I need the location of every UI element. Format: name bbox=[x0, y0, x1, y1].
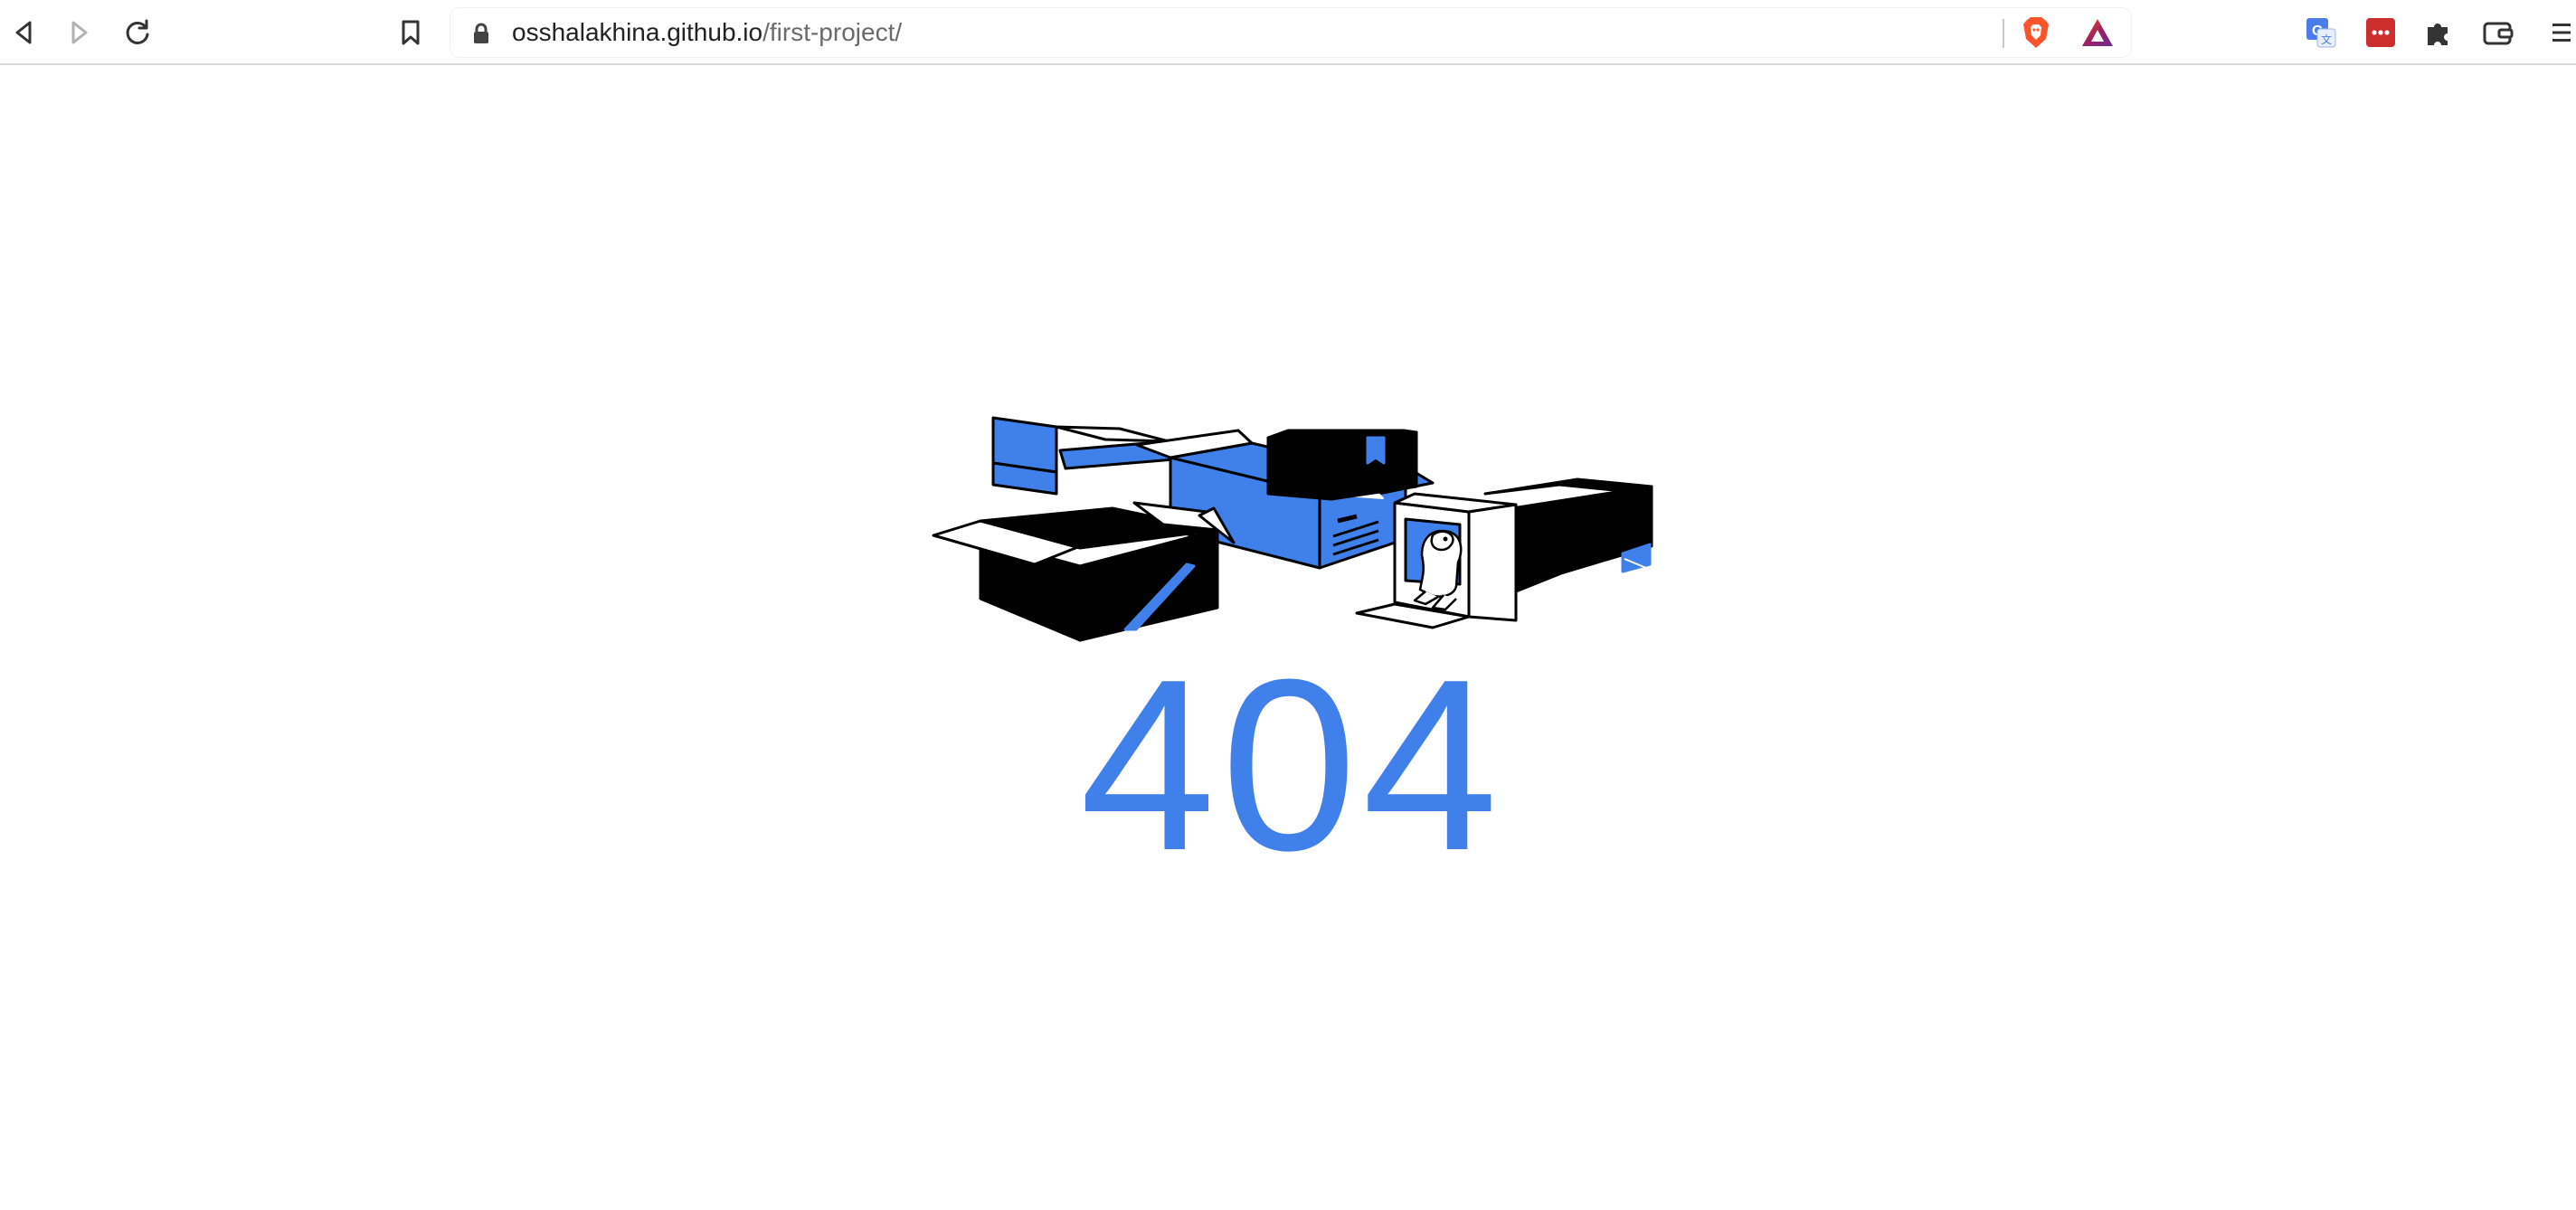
back-button[interactable] bbox=[4, 13, 43, 52]
address-bar[interactable]: osshalakhina.github.io/first-project/ bbox=[450, 8, 2131, 57]
page-content: 404 bbox=[0, 65, 2576, 1210]
extensions-button[interactable] bbox=[2419, 13, 2458, 52]
back-blue-box bbox=[991, 416, 1176, 496]
password-manager-button[interactable] bbox=[2361, 13, 2401, 52]
brave-rewards-icon[interactable] bbox=[2080, 17, 2115, 48]
forward-button[interactable] bbox=[60, 13, 99, 52]
reload-button[interactable] bbox=[118, 13, 157, 52]
url-host: osshalakhina.github.io bbox=[512, 18, 763, 46]
puzzle-icon bbox=[2428, 24, 2448, 45]
browser-toolbar: osshalakhina.github.io/first-project/ G bbox=[0, 0, 2576, 65]
wallet-button[interactable] bbox=[2478, 13, 2518, 52]
error-code: 404 bbox=[1079, 629, 1504, 902]
brave-shield-icon[interactable] bbox=[2021, 15, 2051, 50]
bookmark-icon bbox=[402, 20, 420, 45]
svg-text:文: 文 bbox=[2321, 33, 2332, 46]
menu-icon bbox=[2552, 24, 2571, 42]
lock-icon[interactable] bbox=[472, 23, 490, 44]
boxes-illustration bbox=[932, 416, 1653, 642]
url-text[interactable]: osshalakhina.github.io/first-project/ bbox=[512, 8, 902, 57]
bookmark-button[interactable] bbox=[391, 13, 431, 52]
menu-button[interactable] bbox=[2540, 13, 2576, 52]
front-left-black-box bbox=[932, 501, 1236, 642]
top-black-box bbox=[1266, 429, 1418, 501]
password-manager-icon bbox=[2366, 18, 2395, 47]
translate-button[interactable]: G 文 bbox=[2301, 13, 2341, 52]
url-path: /first-project/ bbox=[762, 18, 903, 46]
reload-icon bbox=[126, 19, 149, 44]
wallet-icon bbox=[2483, 22, 2514, 45]
translate-icon: G 文 bbox=[2306, 18, 2336, 48]
url-divider bbox=[2003, 19, 2004, 48]
forward-arrow-icon bbox=[71, 21, 88, 44]
back-arrow-icon bbox=[15, 21, 32, 44]
